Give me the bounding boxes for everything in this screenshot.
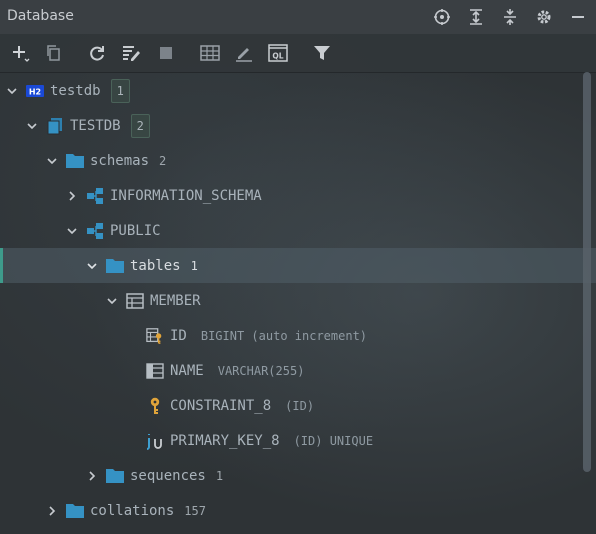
tree-node-tables[interactable]: tables 1 (0, 248, 596, 283)
chevron-down-icon[interactable] (84, 258, 100, 274)
schema-icon (86, 187, 104, 205)
database-tree: H2 testdb 1 TESTDB 2 schemas 2 INFORMATI… (0, 72, 596, 534)
tree-node-member[interactable]: MEMBER (0, 283, 596, 318)
node-badge: 1 (110, 78, 130, 103)
node-detail: VARCHAR(255) (217, 363, 305, 378)
unique-index-icon (146, 432, 164, 450)
node-label: collations (90, 502, 175, 519)
node-count: 2 (159, 153, 167, 168)
chevron-right-icon[interactable] (64, 188, 80, 204)
collapse-all-icon[interactable] (500, 7, 520, 27)
tree-node-collations[interactable]: collations 157 (0, 493, 596, 528)
node-label: sequences (130, 467, 206, 484)
node-label: NAME (170, 362, 204, 379)
svg-text:H2: H2 (29, 87, 41, 96)
database-icon (46, 117, 64, 135)
query-console-label: QL (272, 52, 283, 61)
node-label: TESTDB (70, 117, 121, 134)
node-label: tables (130, 257, 181, 274)
tree-node-column-name[interactable]: NAME VARCHAR(255) (0, 353, 596, 388)
title-bar: Database (0, 0, 596, 34)
node-count: 1 (190, 258, 198, 273)
node-label: INFORMATION_SCHEMA (110, 187, 262, 204)
node-badge: 2 (130, 113, 150, 138)
copy-icon[interactable] (44, 43, 64, 63)
node-label: testdb (50, 82, 101, 99)
chevron-down-icon[interactable] (24, 118, 40, 134)
table-editor-icon[interactable] (200, 43, 220, 63)
title-bar-actions (432, 6, 588, 28)
tree-node-public[interactable]: PUBLIC (0, 213, 596, 248)
toolbar: QL (0, 34, 596, 73)
minimize-icon[interactable] (568, 7, 588, 27)
tree-node-constraint[interactable]: CONSTRAINT_8 (ID) (0, 388, 596, 423)
column-icon (146, 362, 164, 380)
tree-node-sequences[interactable]: sequences 1 (0, 458, 596, 493)
tree-node-information-schema[interactable]: INFORMATION_SCHEMA (0, 178, 596, 213)
node-label: PUBLIC (110, 222, 161, 239)
chevron-down-icon[interactable] (44, 153, 60, 169)
node-label: MEMBER (150, 292, 201, 309)
panel-title: Database (7, 8, 74, 24)
database-tool-window: Database QL H2 testdb 1 TESTDB 2 schemas… (0, 0, 596, 534)
edit-icon[interactable] (234, 43, 254, 63)
filter-icon[interactable] (312, 43, 332, 63)
primary-key-column-icon (146, 327, 164, 345)
folder-icon (66, 152, 84, 170)
chevron-down-icon[interactable] (4, 83, 20, 99)
chevron-down-icon[interactable] (64, 223, 80, 239)
tree-node-primary-key[interactable]: PRIMARY_KEY_8 (ID) UNIQUE (0, 423, 596, 458)
node-detail: BIGINT (auto increment) (200, 328, 368, 343)
chevron-right-icon[interactable] (84, 468, 100, 484)
gear-icon[interactable] (534, 7, 554, 27)
node-label: schemas (90, 152, 150, 169)
folder-icon (66, 502, 84, 520)
node-label: CONSTRAINT_8 (170, 397, 272, 414)
key-icon (146, 397, 164, 415)
table-icon (126, 292, 144, 310)
add-icon[interactable] (10, 43, 30, 63)
folder-icon (106, 467, 124, 485)
locate-icon[interactable] (432, 7, 452, 27)
node-detail: (ID) (285, 398, 315, 413)
edit-properties-icon[interactable] (121, 43, 141, 63)
vertical-scrollbar[interactable] (583, 72, 591, 472)
chevron-down-icon[interactable] (104, 293, 120, 309)
stop-icon[interactable] (156, 43, 176, 63)
expand-all-icon[interactable] (466, 7, 486, 27)
node-label: PRIMARY_KEY_8 (170, 432, 280, 449)
h2-database-icon: H2 (26, 82, 44, 100)
query-console-icon[interactable]: QL (268, 43, 288, 63)
tree-node-column-id[interactable]: ID BIGINT (auto increment) (0, 318, 596, 353)
tree-node-testdb[interactable]: H2 testdb 1 (0, 73, 584, 108)
tree-node-schemas[interactable]: schemas 2 (0, 143, 596, 178)
chevron-right-icon[interactable] (44, 503, 60, 519)
folder-icon (106, 257, 124, 275)
node-detail: (ID) UNIQUE (293, 433, 374, 448)
node-label: ID (170, 327, 187, 344)
node-count: 157 (184, 503, 206, 518)
tree-node-TESTDB[interactable]: TESTDB 2 (0, 108, 596, 143)
schema-icon (86, 222, 104, 240)
refresh-icon[interactable] (87, 43, 107, 63)
node-count: 1 (215, 468, 224, 483)
